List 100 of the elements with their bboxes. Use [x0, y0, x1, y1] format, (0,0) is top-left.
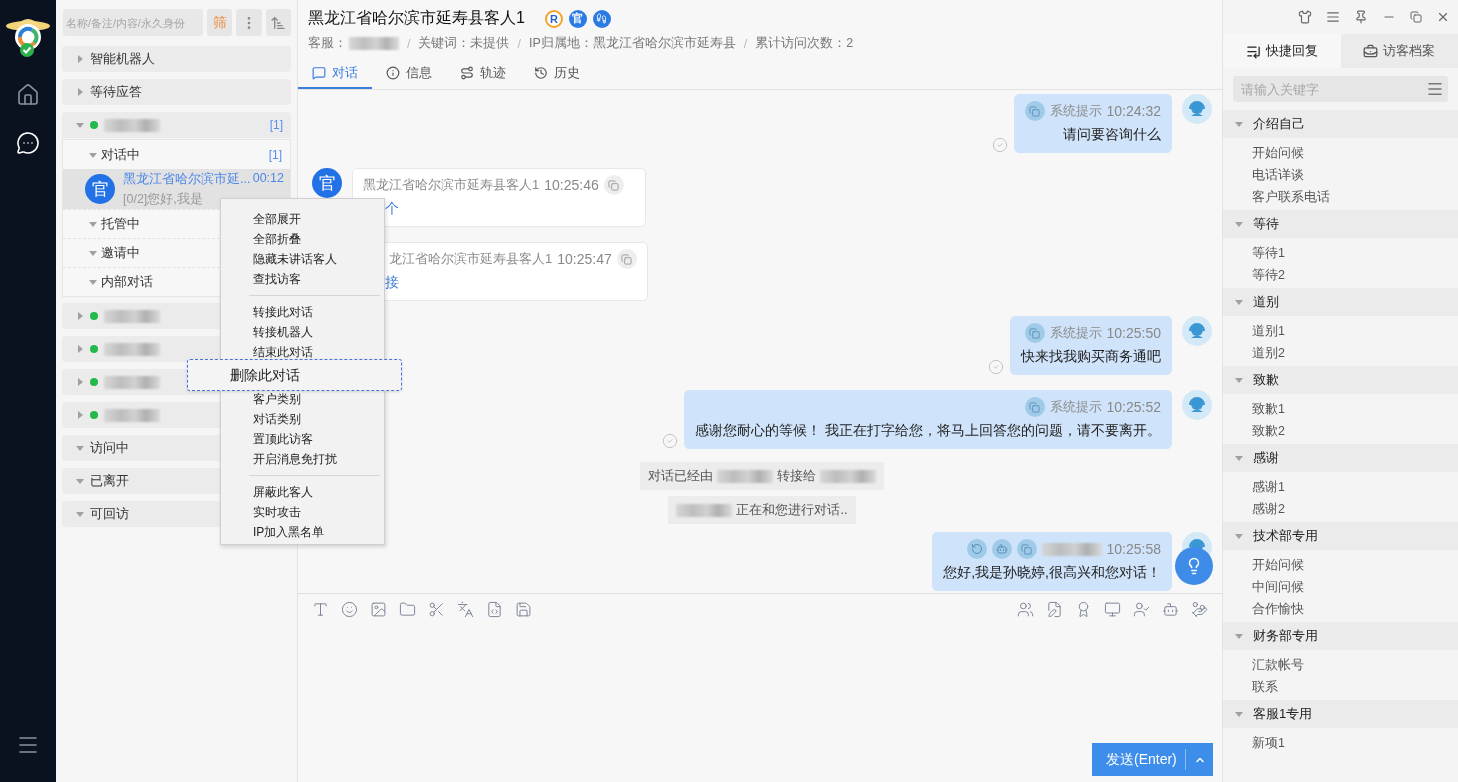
- redacted-name: [349, 37, 399, 50]
- redacted-name: [820, 469, 876, 483]
- reply-group-header[interactable]: 技术部专用: [1223, 522, 1458, 550]
- visitor-title: 黑龙江省哈尔滨市延寿县客人1: [308, 8, 525, 28]
- sort-icon: [270, 14, 287, 31]
- reply-item[interactable]: 新项1: [1223, 732, 1458, 754]
- menu-item[interactable]: 结束此对话: [221, 342, 384, 362]
- reply-item[interactable]: 开始问候: [1223, 142, 1458, 164]
- search-field[interactable]: 名称/备注/内容/永久身份: [63, 9, 203, 36]
- caret-icon: [76, 477, 84, 485]
- caret-icon: [89, 278, 97, 286]
- skin-icon[interactable]: [1298, 10, 1312, 24]
- more-button[interactable]: [236, 9, 262, 36]
- menu-item[interactable]: 转接此对话: [221, 302, 384, 322]
- scissors-icon[interactable]: [428, 601, 445, 618]
- subgroup-count: [1]: [268, 147, 282, 162]
- copy-icon[interactable]: [1024, 323, 1045, 343]
- reply-item[interactable]: 开始问候: [1223, 554, 1458, 576]
- sort-button[interactable]: [265, 9, 291, 36]
- reply-item[interactable]: 汇款帐号: [1223, 654, 1458, 676]
- reply-item[interactable]: 致歉2: [1223, 420, 1458, 442]
- pin-icon[interactable]: [1354, 10, 1368, 24]
- reply-group-header[interactable]: 财务部专用: [1223, 622, 1458, 650]
- group-header[interactable]: 智能机器人: [62, 46, 291, 72]
- caret-icon: [1235, 710, 1243, 718]
- reply-item[interactable]: 联系: [1223, 676, 1458, 698]
- reply-group-header[interactable]: 介绍自己: [1223, 110, 1458, 138]
- menu-item[interactable]: 客户类别: [221, 389, 384, 409]
- footprint-icon: [592, 9, 611, 28]
- reply-item[interactable]: 感谢1: [1223, 476, 1458, 498]
- reply-group-header[interactable]: 道别: [1223, 288, 1458, 316]
- message-preview: [0/2]您好,我是: [123, 190, 204, 208]
- agent-avatar: [1182, 316, 1212, 346]
- home-icon[interactable]: [15, 82, 41, 108]
- monitor-icon[interactable]: [1104, 601, 1121, 618]
- copy-icon[interactable]: [1024, 397, 1045, 417]
- copy-icon[interactable]: [1024, 101, 1045, 121]
- lightbulb-button[interactable]: [1175, 547, 1213, 585]
- copy-icon[interactable]: [603, 175, 624, 195]
- folder-icon[interactable]: [399, 601, 416, 618]
- menu-icon[interactable]: [1326, 10, 1340, 24]
- agent-avatar: [1182, 94, 1212, 124]
- message-text: 感谢您耐心的等候！ 我正在打字给您，将马上回答您的问题，请不要离开。: [695, 422, 1161, 440]
- close-icon[interactable]: [1436, 10, 1450, 24]
- reply-item[interactable]: 等待2: [1223, 264, 1458, 286]
- reply-item[interactable]: 等待1: [1223, 242, 1458, 264]
- reply-group-header[interactable]: 等待: [1223, 210, 1458, 238]
- reply-item[interactable]: 道别1: [1223, 320, 1458, 342]
- reply-item[interactable]: 致歉1: [1223, 398, 1458, 420]
- conversation-tab[interactable]: 信息: [372, 58, 446, 89]
- notice-text: 正在和您进行对话..: [736, 501, 848, 519]
- sender-name: 龙江省哈尔滨市延寿县客人1: [388, 250, 553, 268]
- sender-name: 黑龙江省哈尔滨市延寿县客人1: [363, 176, 540, 194]
- menu-item[interactable]: 删除此对话: [187, 359, 402, 391]
- hand-coins-icon[interactable]: [1191, 601, 1208, 618]
- panel-tab[interactable]: 访客档案: [1340, 34, 1458, 68]
- notice-text: 对话已经由: [648, 467, 713, 485]
- chat-icon[interactable]: [15, 130, 41, 156]
- reply-group-header[interactable]: 客服1专用: [1223, 700, 1458, 728]
- list-icon[interactable]: [1426, 80, 1444, 98]
- users-icon[interactable]: [1017, 601, 1034, 618]
- subgroup-header[interactable]: 对话中 [1]: [63, 140, 290, 169]
- reply-item[interactable]: 客户联系电话: [1223, 186, 1458, 208]
- conversation-tab[interactable]: 对话: [298, 58, 372, 89]
- emoji-icon[interactable]: [341, 601, 358, 618]
- conversation-tab[interactable]: 轨迹: [446, 58, 520, 89]
- robot-icon[interactable]: [991, 539, 1012, 559]
- reply-group-header[interactable]: 感谢: [1223, 444, 1458, 472]
- translate-icon[interactable]: [457, 601, 474, 618]
- robot-icon[interactable]: [1162, 601, 1179, 618]
- conversation-tab[interactable]: 历史: [520, 58, 594, 89]
- visitor-avatar: 官: [312, 168, 342, 198]
- user-check-icon[interactable]: [1133, 601, 1150, 618]
- text-format-icon[interactable]: [312, 601, 329, 618]
- copy-icon[interactable]: [1016, 539, 1037, 559]
- caret-icon: [76, 510, 84, 518]
- menu-item[interactable]: 对话类别: [221, 409, 384, 429]
- group-header[interactable]: 等待应答: [62, 79, 291, 105]
- reply-item[interactable]: 道别2: [1223, 342, 1458, 364]
- restore-icon[interactable]: [1410, 11, 1422, 23]
- edit-note-icon[interactable]: [1046, 601, 1063, 618]
- reply-item[interactable]: 电话详谈: [1223, 164, 1458, 186]
- menu-item[interactable]: 转接机器人: [221, 322, 384, 342]
- meta-separator: /: [407, 36, 411, 51]
- briefcase-icon: [1363, 43, 1379, 59]
- undo-icon[interactable]: [966, 539, 987, 559]
- message-text: 快来找我购买商务通吧: [1021, 348, 1161, 366]
- meta-label: 客服：: [308, 35, 347, 52]
- sender-name: 系统提示: [1049, 102, 1102, 120]
- conversation-item[interactable]: 官 黑龙江省哈尔滨市延... 00:12 [0/2]您好,我是: [63, 169, 290, 209]
- meta-separator: /: [517, 36, 521, 51]
- image-icon[interactable]: [370, 601, 387, 618]
- reply-item[interactable]: 中间问候: [1223, 576, 1458, 598]
- code-icon[interactable]: [486, 601, 503, 618]
- save-icon[interactable]: [515, 601, 532, 618]
- reply-item[interactable]: 合作愉快: [1223, 598, 1458, 620]
- copy-icon[interactable]: [616, 249, 637, 269]
- reply-item[interactable]: 感谢2: [1223, 498, 1458, 520]
- reply-group-header[interactable]: 致歉: [1223, 366, 1458, 394]
- reply-icon: [1245, 43, 1261, 59]
